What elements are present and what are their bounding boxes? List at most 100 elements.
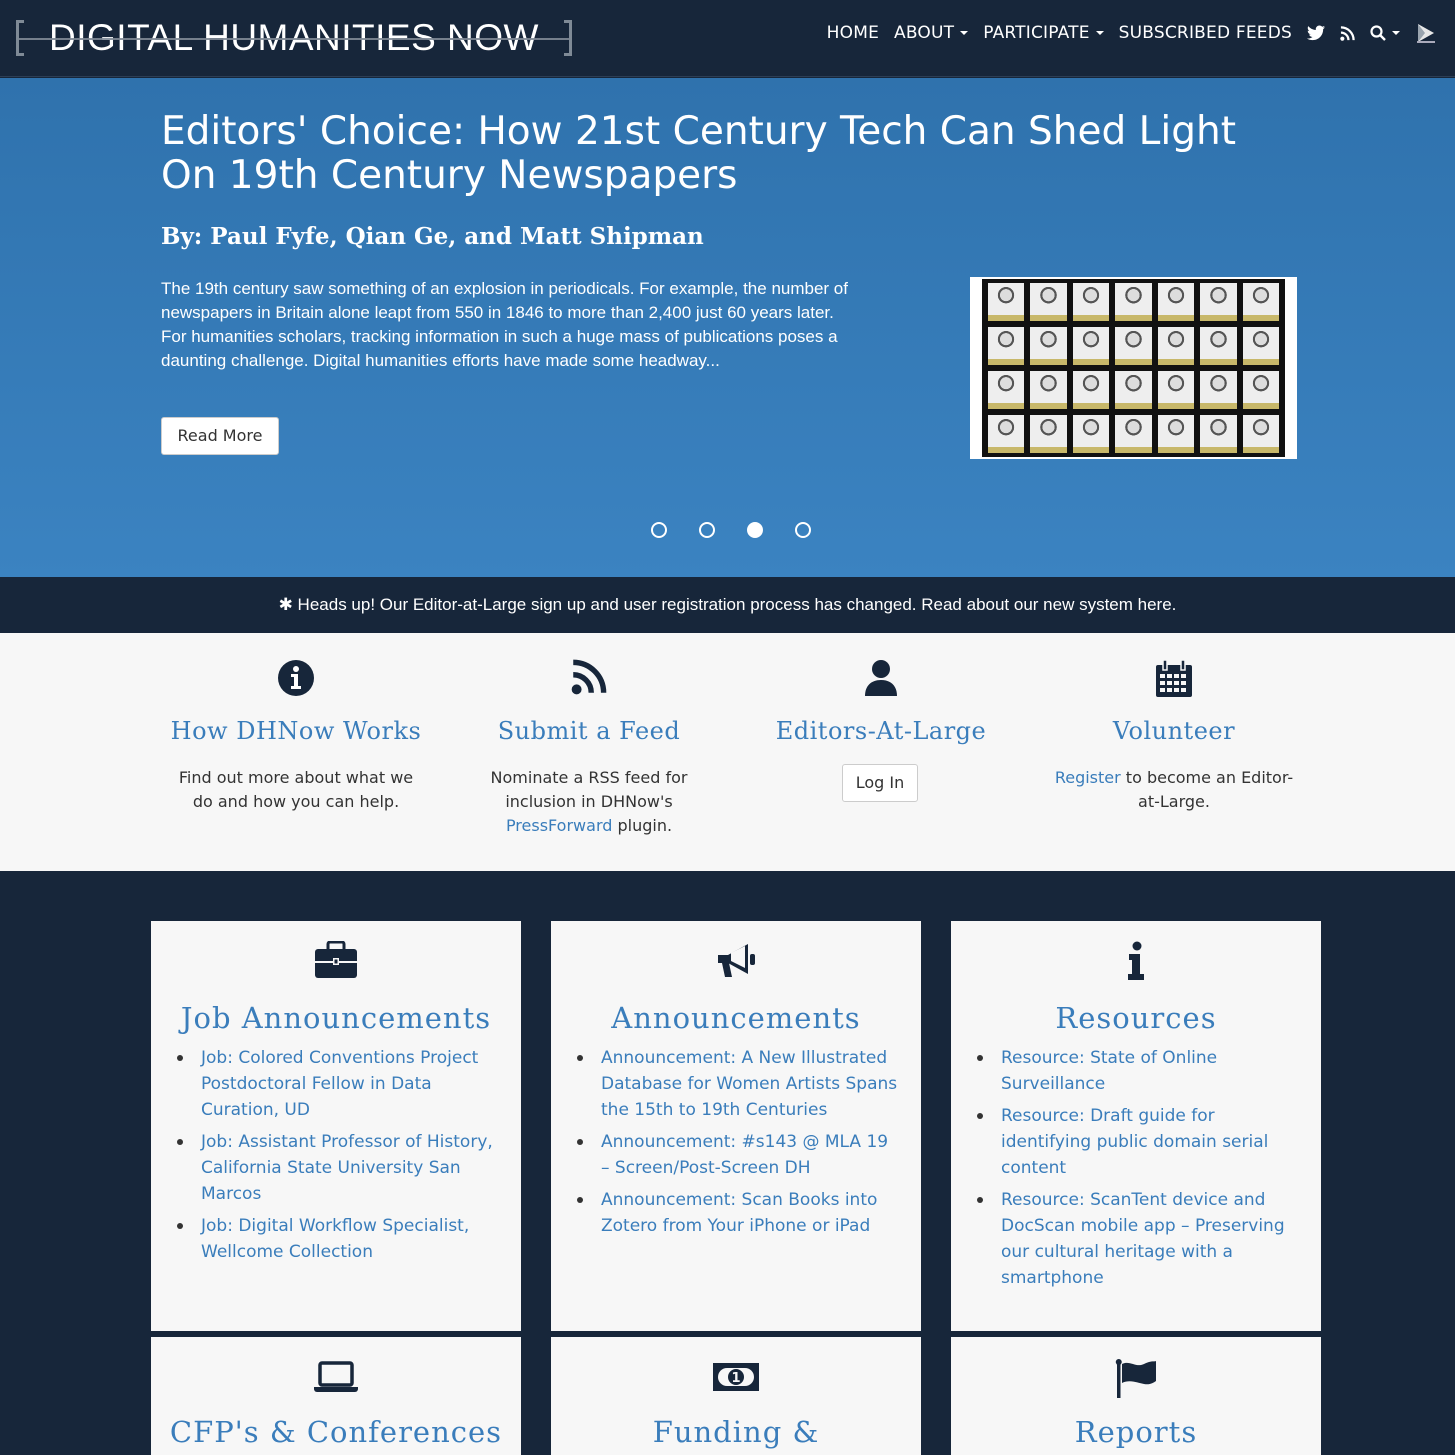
nav-participate[interactable]: PARTICIPATE — [983, 23, 1104, 43]
site-logo[interactable]: DIGITAL HUMANITIES NOW — [16, 17, 572, 59]
portrait-thumbnail — [988, 415, 1025, 453]
feature-volunteer-text: to become an Editor-at-Large. — [1120, 768, 1294, 811]
resources-list: Resource: State of Online Surveillance R… — [977, 1045, 1301, 1297]
card-funding-title[interactable]: Funding & — [551, 1415, 921, 1449]
main-nav: HOME ABOUT PARTICIPATE SUBSCRIBED FEEDS — [827, 18, 1437, 48]
portrait-thumbnail — [1242, 283, 1279, 321]
feature-submit-text-end: plugin. — [612, 816, 673, 835]
portrait-thumbnail — [1157, 327, 1195, 365]
card-job-announcements: Job Announcements Job: Colored Conventio… — [151, 921, 521, 1331]
card-resources-title[interactable]: Resources — [951, 1001, 1321, 1035]
portrait-thumbnail — [1200, 327, 1237, 365]
list-item[interactable]: Resource: ScanTent device and DocScan mo… — [977, 1187, 1301, 1291]
list-item[interactable]: Job: Digital Workflow Specialist, Wellco… — [177, 1213, 501, 1265]
portrait-thumbnail — [1072, 415, 1110, 453]
flag-icon — [951, 1359, 1321, 1401]
portrait-thumbnail — [1030, 283, 1067, 321]
portrait-thumbnail — [1242, 415, 1279, 453]
carousel-dot[interactable] — [747, 522, 763, 538]
portrait-thumbnail — [1115, 415, 1152, 453]
portrait-thumbnail — [1030, 415, 1067, 453]
portrait-thumbnail — [1115, 371, 1152, 409]
caret-down-icon — [1392, 31, 1400, 35]
search-icon — [1370, 25, 1386, 41]
card-cfps-conferences: CFP's & Conferences — [151, 1337, 521, 1455]
feature-how-desc: Find out more about what we do and how y… — [178, 768, 414, 811]
hero-image-portraits[interactable] — [970, 277, 1297, 459]
list-item[interactable]: Announcement: Scan Books into Zotero fro… — [577, 1187, 901, 1239]
pressforward-icon[interactable] — [1415, 21, 1437, 45]
carousel-dot[interactable] — [795, 522, 811, 538]
card-jobs-title[interactable]: Job Announcements — [151, 1001, 521, 1035]
read-more-button[interactable]: Read More — [161, 417, 279, 455]
portrait-grid — [982, 279, 1285, 457]
nav-participate-label: PARTICIPATE — [983, 23, 1090, 43]
feature-volunteer-title[interactable]: Volunteer — [1028, 717, 1320, 745]
briefcase-icon — [151, 941, 521, 983]
carousel-dot[interactable] — [651, 522, 667, 538]
nav-subscribed-feeds[interactable]: SUBSCRIBED FEEDS — [1119, 23, 1292, 43]
feature-submit-desc: Nominate a RSS feed for inclusion in DHN… — [443, 766, 735, 838]
twitter-icon[interactable] — [1307, 25, 1325, 41]
portrait-thumbnail — [1200, 371, 1237, 409]
jobs-list: Job: Colored Conventions Project Postdoc… — [177, 1045, 501, 1271]
feature-submit-text: Nominate a RSS feed for inclusion in DHN… — [490, 768, 688, 811]
portrait-thumbnail — [1115, 327, 1152, 365]
feature-volunteer-desc: Register to become an Editor-at-Large. — [1028, 766, 1320, 814]
hero-carousel: Editors' Choice: How 21st Century Tech C… — [0, 78, 1455, 577]
money-icon: 1 — [551, 1361, 921, 1403]
rss-icon[interactable] — [1340, 25, 1355, 41]
register-link[interactable]: Register — [1055, 768, 1121, 787]
portrait-thumbnail — [1242, 371, 1279, 409]
carousel-dot[interactable] — [699, 522, 715, 538]
card-reports: Reports — [951, 1337, 1321, 1455]
list-item[interactable]: Resource: State of Online Surveillance — [977, 1045, 1301, 1097]
portrait-thumbnail — [1030, 371, 1067, 409]
card-resources: Resources Resource: State of Online Surv… — [951, 921, 1321, 1331]
nav-about[interactable]: ABOUT — [894, 23, 969, 43]
alert-banner[interactable]: ✱ Heads up! Our Editor-at-Large sign up … — [0, 577, 1455, 633]
features-section: How DHNow Works Find out more about what… — [0, 633, 1455, 871]
user-icon — [735, 659, 1027, 699]
search-dropdown[interactable] — [1370, 25, 1400, 41]
feature-editors-title[interactable]: Editors-At-Large — [735, 717, 1027, 745]
caret-down-icon — [960, 31, 969, 35]
portrait-thumbnail — [1157, 371, 1195, 409]
portrait-thumbnail — [1115, 283, 1152, 321]
announcements-list: Announcement: A New Illustrated Database… — [577, 1045, 901, 1245]
portrait-thumbnail — [988, 283, 1025, 321]
navbar: DIGITAL HUMANITIES NOW HOME ABOUT PARTIC… — [0, 0, 1455, 77]
list-item[interactable]: Resource: Draft guide for identifying pu… — [977, 1103, 1301, 1181]
rss-icon — [443, 659, 735, 699]
list-item[interactable]: Announcement: A New Illustrated Database… — [577, 1045, 901, 1123]
card-reports-title[interactable]: Reports — [951, 1415, 1321, 1449]
card-cfp-title[interactable]: CFP's & Conferences — [151, 1415, 521, 1449]
svg-text:1: 1 — [731, 1371, 740, 1386]
nav-about-label: ABOUT — [894, 23, 955, 43]
portrait-thumbnail — [988, 371, 1025, 409]
carousel-indicators — [651, 522, 811, 538]
caret-down-icon — [1095, 31, 1104, 35]
site-title: DIGITAL HUMANITIES NOW — [16, 17, 572, 59]
hero-title[interactable]: Editors' Choice: How 21st Century Tech C… — [161, 110, 1291, 198]
list-item[interactable]: Job: Colored Conventions Project Postdoc… — [177, 1045, 501, 1123]
info-icon — [951, 941, 1321, 983]
megaphone-icon — [551, 941, 921, 983]
laptop-icon — [151, 1361, 521, 1403]
portrait-thumbnail — [1030, 327, 1067, 365]
portrait-thumbnail — [1072, 371, 1110, 409]
nav-home[interactable]: HOME — [827, 23, 879, 43]
portrait-thumbnail — [1157, 415, 1195, 453]
portrait-thumbnail — [1200, 415, 1237, 453]
portrait-thumbnail — [1072, 283, 1110, 321]
card-announcements-title[interactable]: Announcements — [551, 1001, 921, 1035]
login-button[interactable]: Log In — [842, 764, 918, 802]
pressforward-link[interactable]: PressForward — [506, 816, 612, 835]
portrait-thumbnail — [1072, 327, 1110, 365]
list-item[interactable]: Announcement: #s143 @ MLA 19 – Screen/Po… — [577, 1129, 901, 1181]
list-item[interactable]: Job: Assistant Professor of History, Cal… — [177, 1129, 501, 1207]
card-announcements: Announcements Announcement: A New Illust… — [551, 921, 921, 1331]
feature-how-title[interactable]: How DHNow Works — [150, 717, 442, 745]
calendar-icon — [1028, 659, 1320, 699]
feature-submit-title[interactable]: Submit a Feed — [443, 717, 735, 745]
